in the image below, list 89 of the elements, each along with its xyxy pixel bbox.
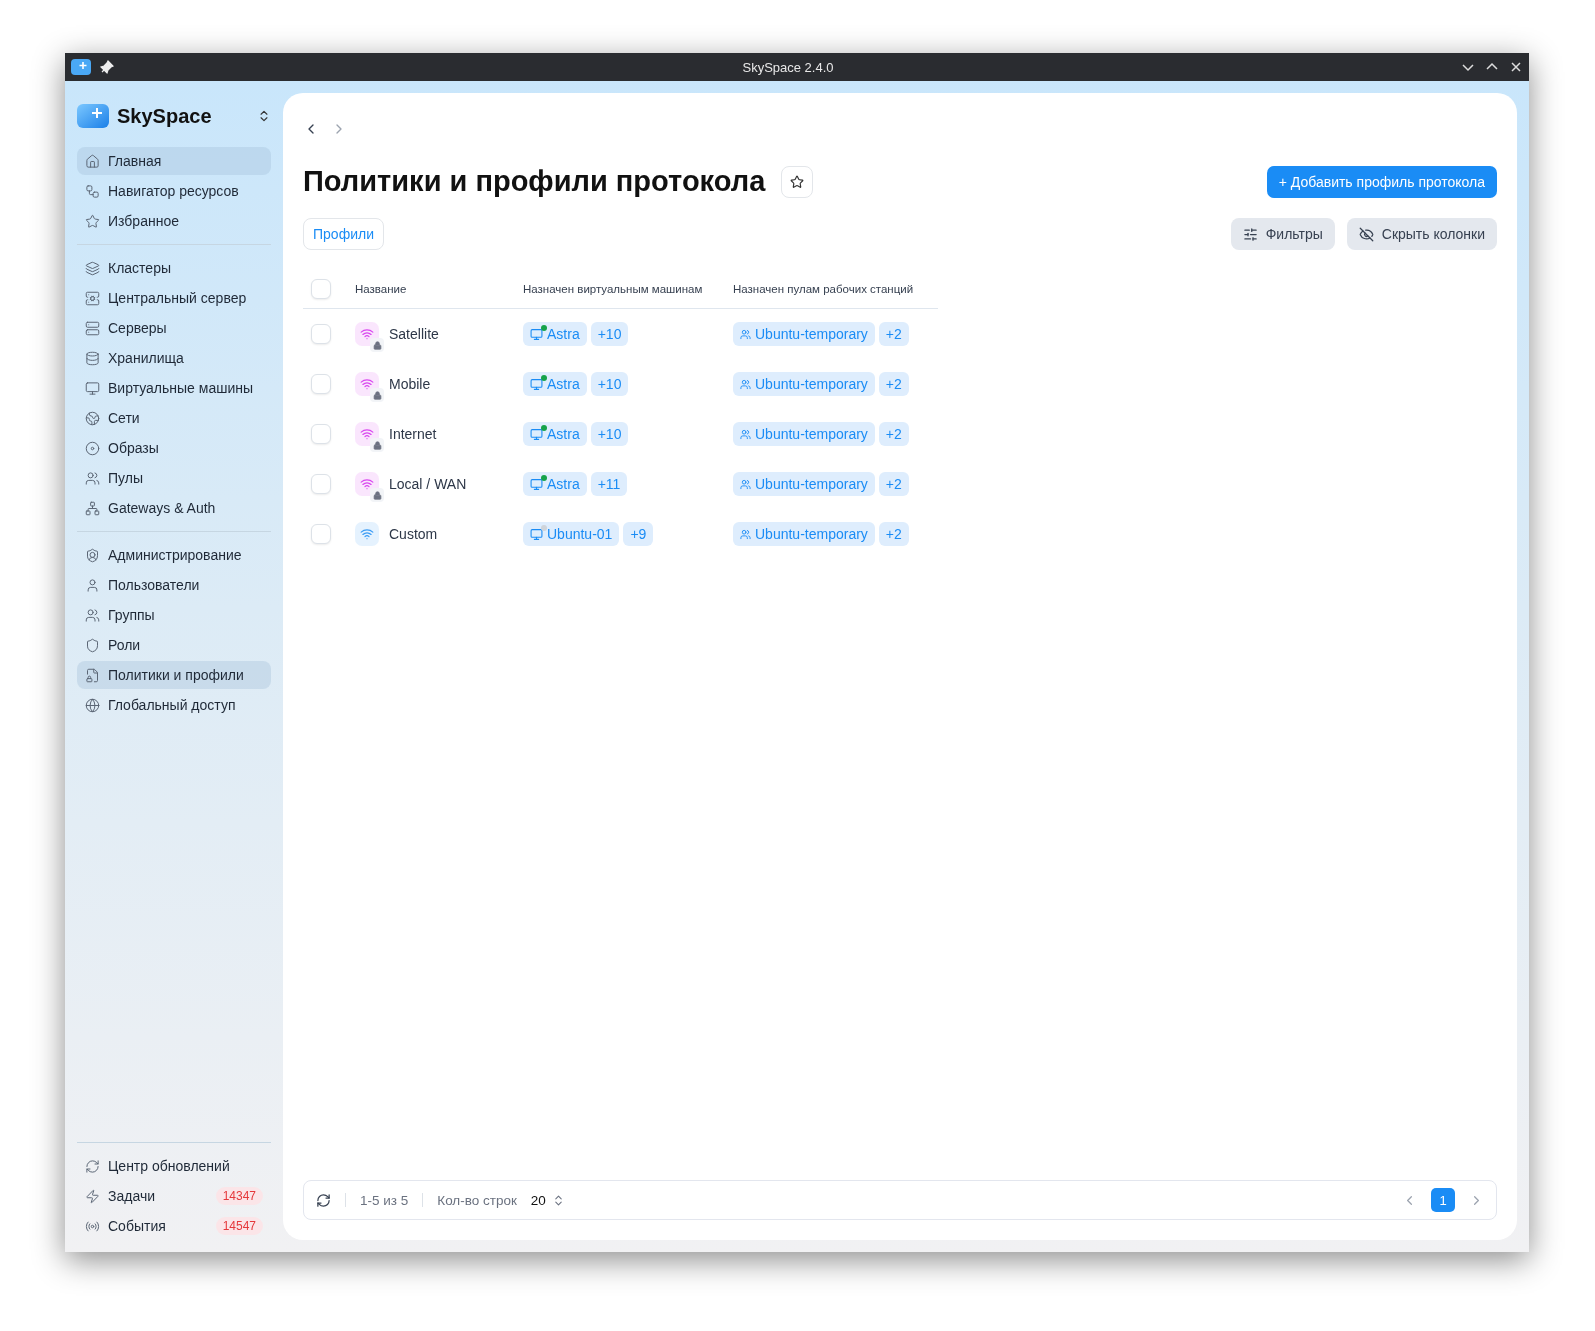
monitor-icon <box>530 377 543 391</box>
column-header: Назначен виртуальным машинам <box>523 270 733 309</box>
count-badge: 14347 <box>215 1187 263 1205</box>
sidebar-item[interactable]: Пользователи <box>77 571 271 599</box>
sidebar-item[interactable]: Сети <box>77 404 271 432</box>
window-title: SkySpace 2.4.0 <box>741 59 835 75</box>
profile-name: Custom <box>389 526 438 542</box>
sidebar-item[interactable]: Группы <box>77 601 271 629</box>
rows-value[interactable]: 20 <box>530 1192 546 1208</box>
sidebar-item[interactable]: Навигатор ресурсов <box>77 177 271 205</box>
pin-icon[interactable] <box>99 59 115 75</box>
sidebar-item[interactable]: Избранное <box>77 207 271 235</box>
nav-icon <box>85 607 100 623</box>
wifi-icon <box>360 377 374 391</box>
wifi-icon <box>360 527 374 541</box>
monitor-icon <box>530 427 543 441</box>
app-icon <box>71 59 91 75</box>
nav-icon <box>85 697 100 713</box>
users-icon <box>740 328 751 340</box>
count-badge: 14547 <box>215 1217 263 1235</box>
nav-icon <box>85 213 100 229</box>
star-icon <box>790 174 805 189</box>
sidebar-item[interactable]: Хранилища <box>77 344 271 372</box>
sidebar-item[interactable]: Пулы <box>77 464 271 492</box>
sliders-icon <box>1242 226 1258 242</box>
users-icon <box>740 478 751 490</box>
nav-icon <box>85 260 100 276</box>
row-checkbox[interactable] <box>311 374 331 394</box>
column-header: Назначен пулам рабочих станций <box>733 270 938 309</box>
nav-icon <box>85 1158 100 1174</box>
logo-icon <box>77 103 109 129</box>
row-checkbox[interactable] <box>311 474 331 494</box>
hide-columns-button[interactable]: Скрыть колонки <box>1346 218 1497 250</box>
users-icon <box>740 528 751 540</box>
filters-button[interactable]: Фильтры <box>1230 218 1335 250</box>
users-icon <box>740 378 751 390</box>
nav-icon <box>85 320 100 336</box>
sidebar-item[interactable]: Глобальный доступ <box>77 691 271 719</box>
favorite-button[interactable] <box>781 165 814 198</box>
column-header: Название <box>355 270 523 309</box>
wifi-icon <box>360 327 374 341</box>
nav-icon <box>85 350 100 366</box>
wifi-icon <box>360 427 374 441</box>
nav-icon <box>85 153 100 169</box>
nav-icon <box>85 380 100 396</box>
sidebar-item[interactable]: Политики и профили <box>77 661 271 689</box>
sidebar-item[interactable]: События 14547 <box>77 1212 271 1240</box>
row-checkbox[interactable] <box>311 324 331 344</box>
rows-label: Кол-во строк <box>437 1192 517 1208</box>
wifi-icon <box>360 477 374 491</box>
profile-name: Satellite <box>389 326 439 342</box>
nav-icon <box>85 410 100 426</box>
page-title: Политики и профили протокола <box>303 165 766 198</box>
nav-icon <box>85 577 100 593</box>
row-checkbox[interactable] <box>311 524 331 544</box>
select-all-checkbox[interactable] <box>311 279 331 299</box>
nav-icon <box>85 667 100 683</box>
monitor-icon <box>530 477 543 491</box>
sidebar-item[interactable]: Gateways & Auth <box>77 494 271 522</box>
sidebar-item[interactable]: Центральный сервер <box>77 284 271 312</box>
nav-icon <box>85 547 100 563</box>
range-text: 1-5 из 5 <box>360 1192 409 1208</box>
refresh-icon[interactable] <box>316 1192 331 1208</box>
monitor-icon <box>530 327 543 341</box>
nav-icon <box>85 470 100 486</box>
nav-icon <box>85 1188 100 1204</box>
sidebar-item[interactable]: Образы <box>77 434 271 462</box>
sidebar-item[interactable]: Задачи 14347 <box>77 1182 271 1210</box>
nav-icon <box>85 440 100 456</box>
profile-name: Internet <box>389 426 437 442</box>
nav-icon <box>85 500 100 516</box>
sidebar-item[interactable]: Роли <box>77 631 271 659</box>
profile-name: Local / WAN <box>389 476 467 492</box>
users-icon <box>740 428 751 440</box>
close-icon[interactable] <box>1509 60 1523 74</box>
sidebar-item[interactable]: Виртуальные машины <box>77 374 271 402</box>
brand-name: SkySpace <box>117 104 213 128</box>
row-checkbox[interactable] <box>311 424 331 444</box>
monitor-icon <box>530 527 543 541</box>
nav-icon <box>85 290 100 306</box>
nav-icon <box>85 183 100 199</box>
sidebar-item[interactable]: Главная <box>77 147 271 175</box>
sidebar-item[interactable]: Администрирование <box>77 541 271 569</box>
nav-icon <box>85 637 100 653</box>
eye-off-icon <box>1358 226 1374 242</box>
profile-name: Mobile <box>389 376 431 392</box>
sidebar-item[interactable]: Центр обновлений <box>77 1152 271 1180</box>
sidebar-item[interactable]: Кластеры <box>77 254 271 282</box>
sidebar-item[interactable]: Серверы <box>77 314 271 342</box>
